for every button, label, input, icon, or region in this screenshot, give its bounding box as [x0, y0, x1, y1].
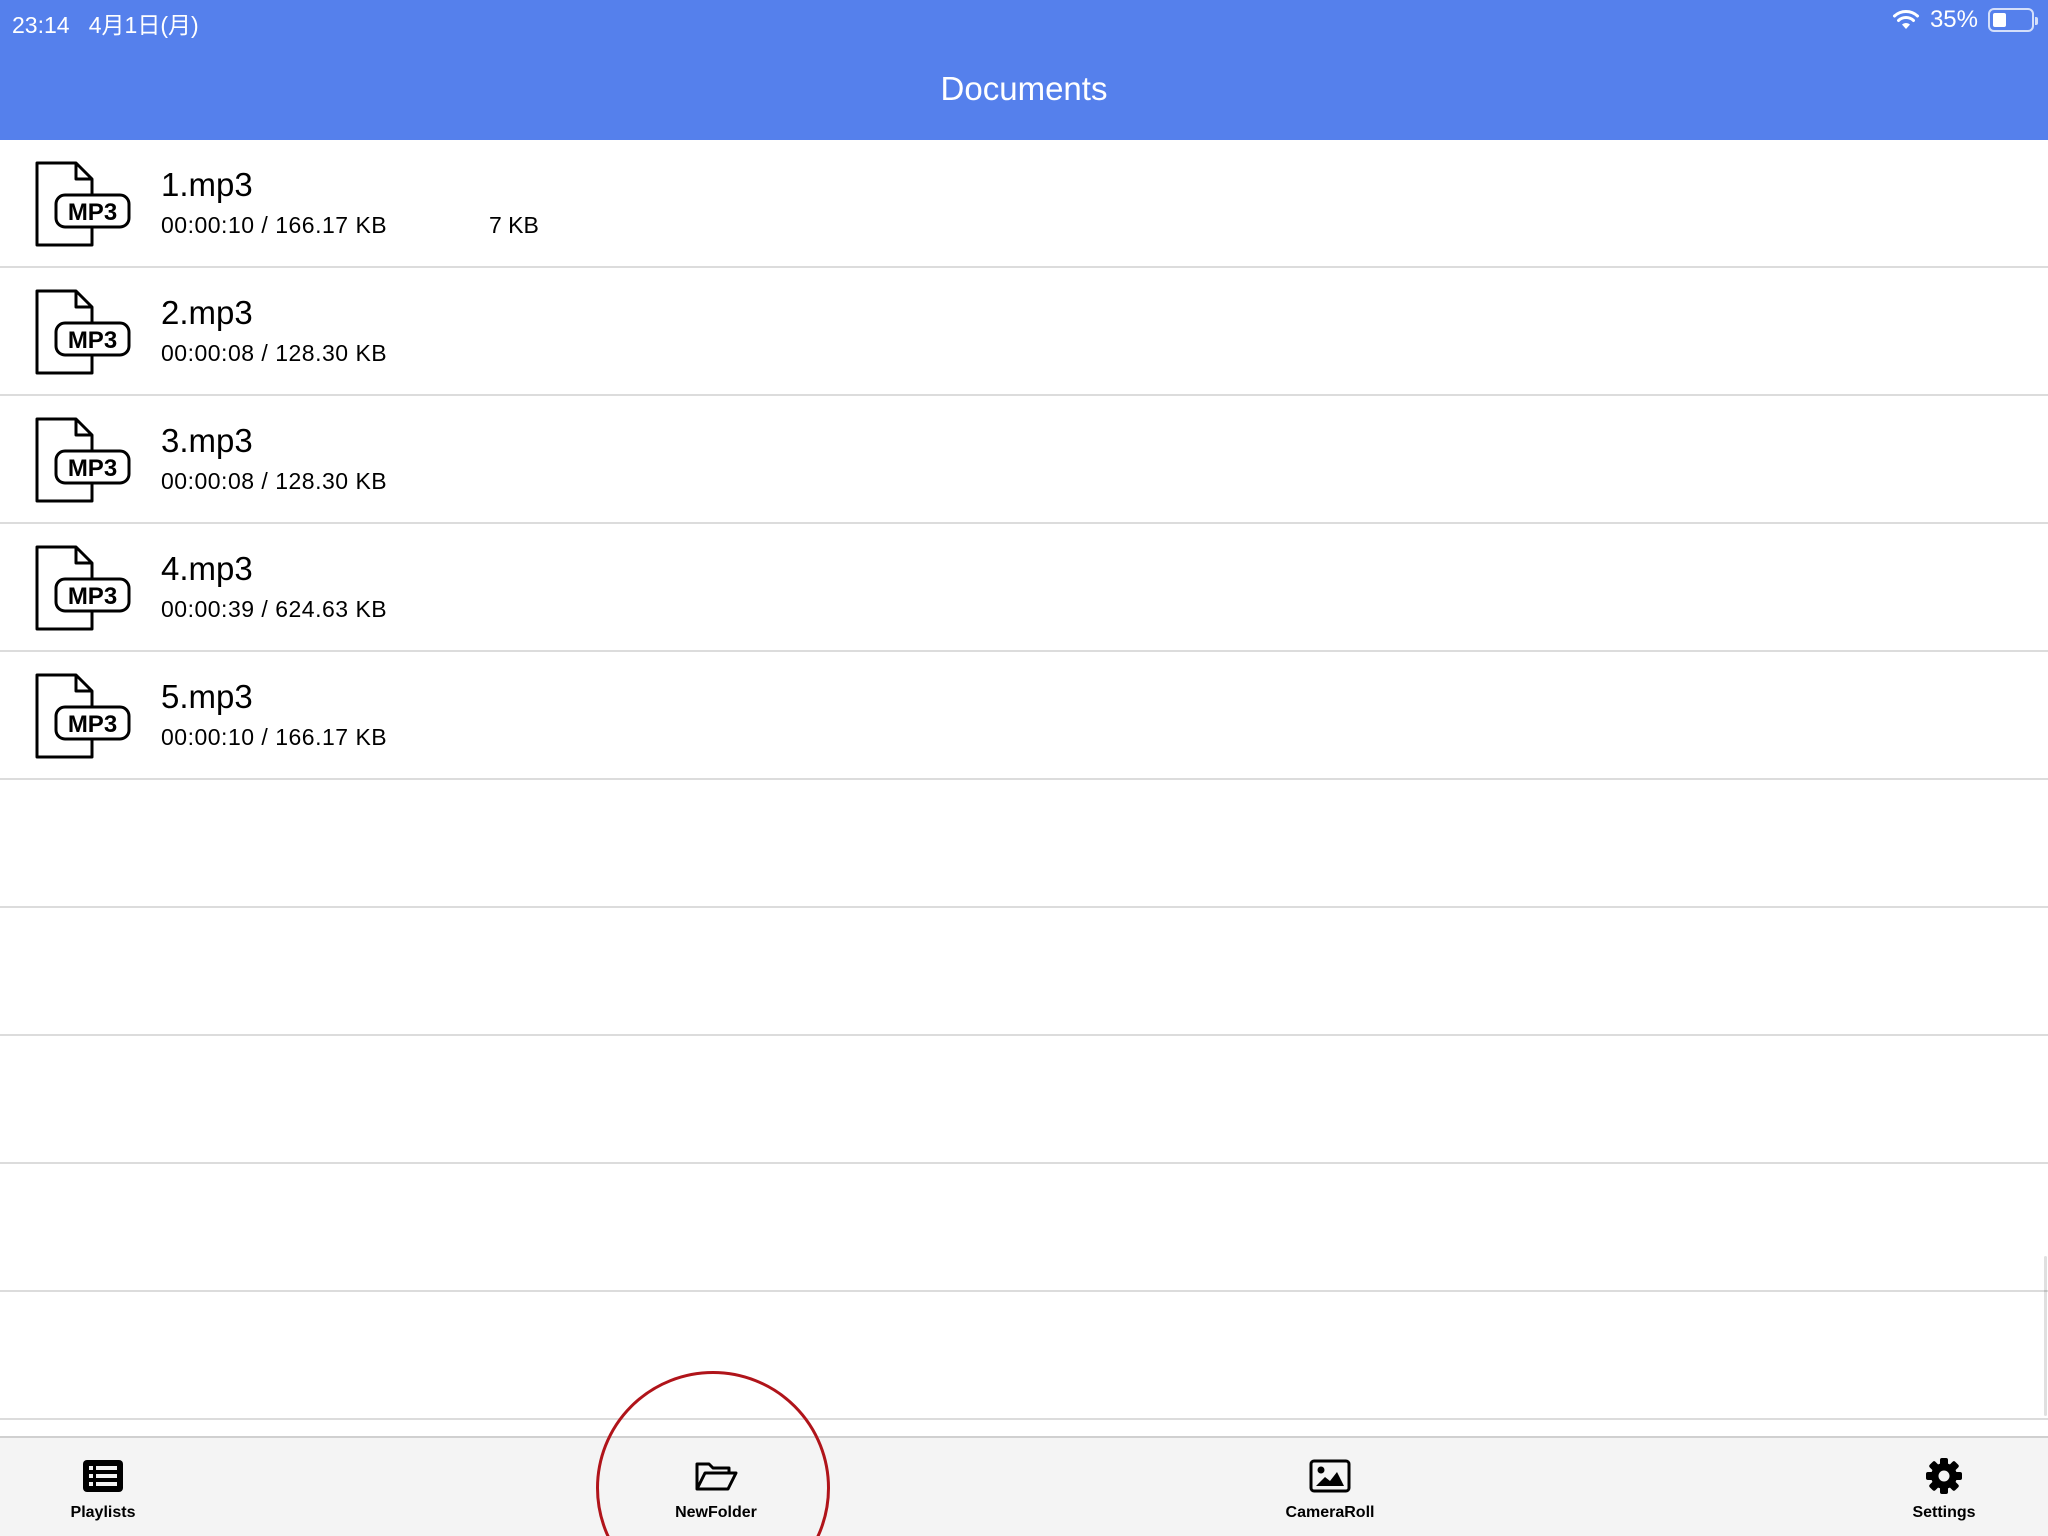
file-name: 2.mp3 — [161, 294, 253, 331]
tab-label: Settings — [1912, 1504, 1976, 1521]
tab-label: Playlists — [70, 1504, 136, 1521]
tab-label: NewFolder — [675, 1504, 757, 1521]
file-row[interactable]: MP3 2.mp3 00:00:08 / 128.30 KB — [0, 268, 2048, 396]
file-duration-size: 00:00:10 / 166.17 KB — [161, 724, 388, 750]
gear-icon — [1926, 1458, 1962, 1494]
file-duration-size: 00:00:39 / 624.63 KB — [161, 596, 388, 622]
battery-level — [1993, 13, 2006, 27]
mp3-file-icon: MP3 — [35, 673, 131, 759]
file-row[interactable]: MP3 4.mp3 00:00:39 / 624.63 KB — [0, 524, 2048, 652]
svg-text:MP3: MP3 — [68, 583, 117, 610]
file-duration-size: 00:00:10 / 166.17 KB — [161, 212, 388, 238]
file-duration-size: 00:00:08 / 128.30 KB — [161, 468, 388, 494]
svg-text:MP3: MP3 — [68, 711, 117, 738]
file-list[interactable]: MP3 1.mp3 00:00:10 / 166.17 KB 7 KB MP3 … — [0, 140, 2048, 1420]
file-name: 5.mp3 — [161, 678, 253, 715]
mp3-file-icon: MP3 — [35, 545, 131, 631]
file-name: 4.mp3 — [161, 550, 253, 587]
wifi-icon — [1892, 10, 1919, 29]
svg-text:MP3: MP3 — [68, 327, 117, 354]
file-row[interactable]: MP3 5.mp3 00:00:10 / 166.17 KB — [0, 652, 2048, 780]
empty-row — [0, 908, 2048, 1036]
file-name: 3.mp3 — [161, 422, 253, 459]
file-duration-size: 00:00:08 / 128.30 KB — [161, 340, 388, 366]
file-extra-size: 7 KB — [489, 212, 539, 238]
empty-row — [0, 1036, 2048, 1164]
battery-icon — [1988, 8, 2038, 32]
file-name: 1.mp3 — [161, 166, 253, 203]
svg-text:MP3: MP3 — [68, 199, 117, 226]
mp3-file-icon: MP3 — [35, 417, 131, 503]
tab-settings[interactable]: Settings — [1844, 1438, 2044, 1536]
mp3-file-icon: MP3 — [35, 289, 131, 375]
tab-cameraroll[interactable]: CameraRoll — [1230, 1438, 1430, 1536]
battery-percent: 35% — [1929, 6, 1978, 33]
tab-playlists[interactable]: Playlists — [3, 1438, 203, 1536]
mp3-file-icon: MP3 — [35, 161, 131, 247]
page-title: Documents — [940, 70, 1108, 107]
file-row[interactable]: MP3 3.mp3 00:00:08 / 128.30 KB — [0, 396, 2048, 524]
tab-newfolder[interactable]: NewFolder — [616, 1438, 816, 1536]
svg-text:MP3: MP3 — [68, 455, 117, 482]
empty-row — [0, 1164, 2048, 1292]
nav-header: 23:14 4月1日(月) 35% Documents — [0, 0, 2048, 140]
tab-bar: Playlists NewFolder CameraRoll Settings — [0, 1436, 2048, 1536]
empty-row — [0, 1292, 2048, 1420]
file-row[interactable]: MP3 1.mp3 00:00:10 / 166.17 KB 7 KB — [0, 140, 2048, 268]
list-icon — [83, 1460, 123, 1492]
app-screen: 23:14 4月1日(月) 35% Documents MP3 1.mp3 00… — [0, 0, 2048, 1536]
status-bar-date: 4月1日(月) — [88, 12, 199, 38]
scroll-indicator[interactable] — [2044, 1256, 2047, 1416]
status-bar-right: 35% — [1892, 5, 2038, 35]
folder-open-icon — [695, 1462, 738, 1491]
tab-label: CameraRoll — [1285, 1504, 1375, 1521]
empty-row — [0, 780, 2048, 908]
image-icon — [1309, 1459, 1351, 1493]
status-bar-time: 23:14 4月1日(月) — [12, 12, 199, 38]
